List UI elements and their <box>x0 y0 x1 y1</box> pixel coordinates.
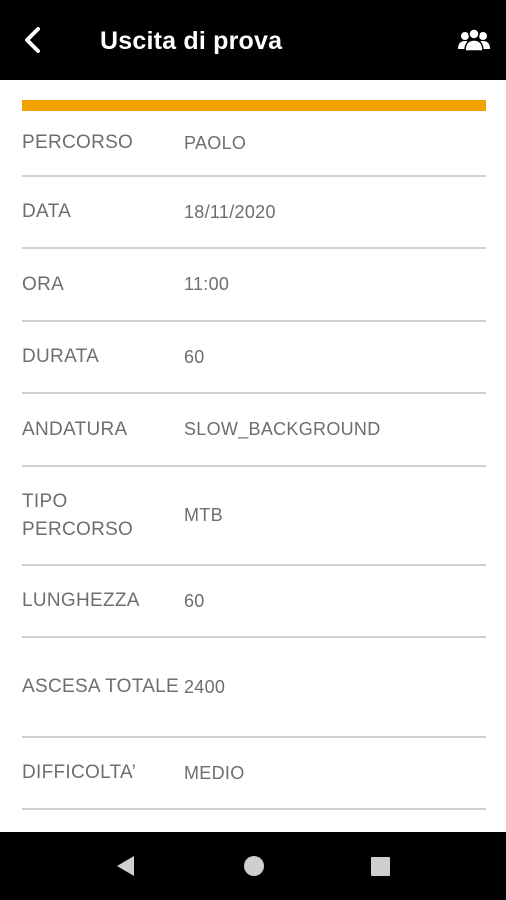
detail-row-difficolta: DIFFICOLTA’ MEDIO <box>22 738 486 810</box>
row-label: LUNGHEZZA <box>22 590 140 611</box>
row-value: PAOLO <box>184 132 247 153</box>
detail-row-andatura: ANDATURA SLOW_BACKGROUND <box>22 394 486 467</box>
row-value: 18/11/2020 <box>184 201 276 222</box>
row-value: MTB <box>184 505 223 525</box>
nav-recents-square-icon[interactable] <box>366 852 394 880</box>
row-value: 2400 <box>184 676 226 697</box>
row-label: DIFFICOLTA’ <box>22 762 137 783</box>
row-label: ORA <box>22 273 65 295</box>
system-nav-bar <box>0 832 506 900</box>
detail-row-durata: DURATA 60 <box>22 322 486 394</box>
page-title: Uscita di prova <box>100 27 283 55</box>
group-people-icon[interactable] <box>456 24 492 56</box>
detail-row-tipo-percorso: TIPO PERCORSO MTB <box>22 467 486 566</box>
nav-home-circle-icon[interactable] <box>240 852 268 880</box>
row-value: MEDIO <box>184 762 245 783</box>
nav-back-triangle-icon[interactable] <box>112 852 140 880</box>
app-bar: Uscita di prova <box>0 0 506 80</box>
row-value: 11:00 <box>184 274 230 294</box>
detail-row-ascesa-totale: ASCESA TOTALE 2400 <box>22 638 486 738</box>
row-label: DURATA <box>22 346 100 367</box>
row-label: DATA <box>22 201 72 222</box>
row-value: 60 <box>184 346 205 367</box>
detail-row-percorso: PERCORSO PAOLO <box>22 111 486 177</box>
row-label: PERCORSO <box>22 132 134 153</box>
detail-row-data: DATA 18/11/2020 <box>22 177 486 249</box>
detail-row-ora: ORA 11:00 <box>22 249 486 322</box>
row-label: TIPO PERCORSO <box>22 490 134 540</box>
detail-row-lunghezza: LUNGHEZZA 60 <box>22 566 486 638</box>
row-label: ANDATURA <box>22 418 128 440</box>
accent-bar <box>22 100 486 111</box>
row-value: SLOW_BACKGROUND <box>184 419 381 439</box>
back-arrow-icon[interactable] <box>16 24 48 56</box>
detail-panel: PERCORSO PAOLO DATA 18/11/2020 ORA 11:00… <box>0 80 506 832</box>
row-value: 60 <box>184 590 205 611</box>
row-label: ASCESA TOTALE <box>22 676 180 697</box>
